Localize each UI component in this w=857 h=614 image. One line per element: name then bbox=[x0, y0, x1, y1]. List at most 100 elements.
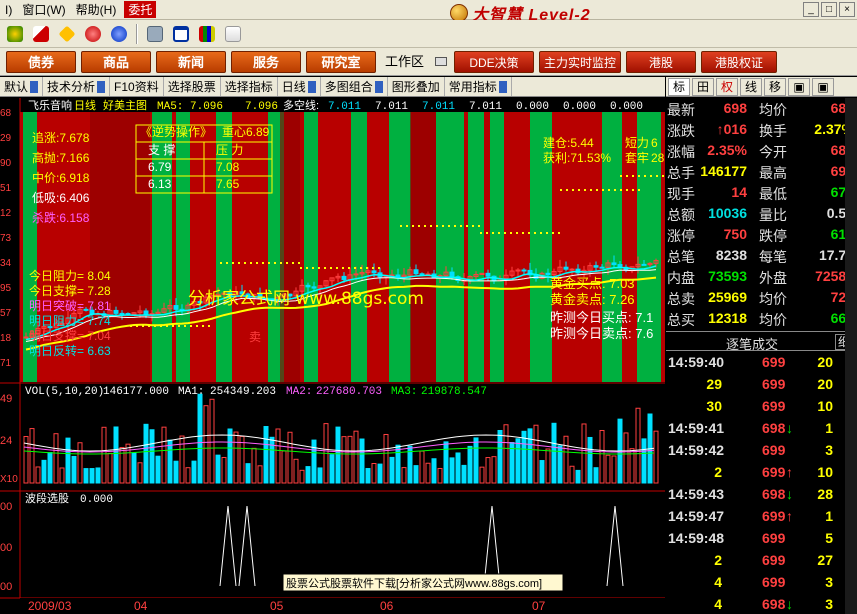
info-icon[interactable] bbox=[108, 23, 130, 45]
volume-bar bbox=[623, 432, 629, 484]
trend-col-support: 支 撑 bbox=[148, 142, 175, 157]
level-label: 追涨:7.678 bbox=[32, 130, 90, 145]
volume-bar bbox=[329, 454, 335, 484]
nav-hk-warrant[interactable]: 港股权证 bbox=[701, 50, 778, 73]
trend-col-pressure: 压 力 bbox=[216, 143, 243, 157]
tag-short-force: 短力 bbox=[625, 136, 649, 150]
books-icon[interactable] bbox=[196, 23, 218, 45]
menu-item-1[interactable]: I) bbox=[0, 3, 17, 17]
volume-bar bbox=[35, 466, 41, 484]
trade-row: 30 699 10 bbox=[666, 398, 857, 418]
nav-dde[interactable]: DDE决策 bbox=[454, 50, 535, 73]
mail-icon[interactable] bbox=[433, 54, 449, 70]
func-select-indicator[interactable]: 选择指标 bbox=[221, 77, 278, 96]
trade-time: 14:59:43 bbox=[668, 486, 725, 502]
close-button[interactable]: × bbox=[839, 2, 855, 17]
trade-row: 14:59:41 698 ↓ 1 bbox=[666, 420, 857, 440]
duokong-value: 0.000 bbox=[563, 101, 596, 113]
alarm-icon[interactable] bbox=[4, 23, 26, 45]
quote-label-2: 今开 bbox=[759, 144, 787, 160]
kline-chart[interactable]: 飞乐音响 日线 好美主图 MA5: 7.096 7.096 多空线: 7.011… bbox=[0, 98, 665, 614]
quote-row: 现手 14 最低 670 bbox=[666, 184, 857, 204]
print-icon[interactable] bbox=[144, 23, 166, 45]
price-tick: 71 bbox=[0, 358, 12, 369]
trend-support-2: 6.13 bbox=[148, 177, 172, 191]
window-icon[interactable] bbox=[170, 23, 192, 45]
price-tick: 57 bbox=[0, 308, 12, 319]
nav-commodities[interactable]: 商品 bbox=[81, 50, 151, 73]
trade-qty: 1 bbox=[825, 508, 833, 524]
func-overlay[interactable]: 图形叠加 bbox=[388, 77, 445, 96]
profit-rate: 获利:71.53% bbox=[543, 151, 611, 165]
entrust-button[interactable]: 委托 bbox=[124, 1, 157, 18]
right-panel-tabs: 标 田 权 线 移 ▣ ▣ bbox=[666, 77, 857, 97]
volume-bar bbox=[377, 463, 383, 484]
tab-rights[interactable]: 权 bbox=[716, 77, 738, 96]
diamond-icon[interactable] bbox=[56, 23, 78, 45]
func-default[interactable]: 默认 bbox=[0, 77, 44, 96]
help-cursor-icon[interactable] bbox=[222, 23, 244, 45]
date-label-3: 06 bbox=[380, 599, 394, 613]
vol-ma1: 254349.203 bbox=[210, 386, 276, 398]
trend-box-title: 《逆势操作》 bbox=[140, 124, 212, 139]
vol-axis-mid: 24 bbox=[0, 435, 12, 447]
vol-value: 146177.000 bbox=[103, 386, 169, 398]
quote-label-2: 均价 bbox=[759, 312, 787, 328]
tab-mark[interactable]: 标 bbox=[668, 77, 690, 96]
trade-qty: 20 bbox=[817, 376, 833, 392]
gold-sell-point: 黄金卖点: 7.26 bbox=[550, 292, 635, 307]
trade-direction-icon: ↓ bbox=[786, 420, 793, 436]
workarea-label[interactable]: 工作区 bbox=[381, 50, 429, 73]
right-scrollbar[interactable] bbox=[845, 98, 857, 614]
volume-bar bbox=[365, 468, 371, 484]
formula-icon[interactable] bbox=[82, 23, 104, 45]
chart-area[interactable]: 飞乐音响 日线 好美主图 MA5: 7.096 7.096 多空线: 7.011… bbox=[0, 98, 665, 614]
trade-time: 30 bbox=[706, 398, 722, 414]
volume-bar bbox=[521, 430, 527, 484]
tab-grid[interactable]: 田 bbox=[692, 77, 714, 96]
trade-direction-icon: ↓ bbox=[786, 486, 793, 502]
minimize-button[interactable]: _ bbox=[803, 2, 819, 17]
menu-window[interactable]: 窗口(W) bbox=[17, 1, 70, 18]
quote-label-2: 量比 bbox=[759, 207, 787, 223]
volume-bar bbox=[503, 424, 509, 484]
func-common-indicators[interactable]: 常用指标 bbox=[445, 77, 512, 96]
nav-news[interactable]: 新闻 bbox=[156, 50, 226, 73]
volume-bar bbox=[389, 456, 395, 484]
candle-body bbox=[419, 273, 425, 276]
func-select-stock[interactable]: 选择股票 bbox=[164, 77, 221, 96]
volume-bar bbox=[611, 455, 617, 484]
volume-bar bbox=[239, 435, 245, 484]
volume-bar bbox=[347, 435, 353, 484]
tab-box-1[interactable]: ▣ bbox=[788, 77, 810, 96]
trade-time: 14:59:40 bbox=[668, 354, 725, 370]
ma5-value: 7.096 bbox=[190, 101, 223, 113]
tab-move[interactable]: 移 bbox=[764, 77, 786, 96]
chart-icon[interactable] bbox=[30, 23, 52, 45]
wave-axis-2: 00 bbox=[0, 542, 12, 554]
nav-hk[interactable]: 港股 bbox=[626, 50, 697, 73]
green-stripe bbox=[490, 112, 504, 382]
nav-bonds[interactable]: 债券 bbox=[6, 50, 76, 73]
nav-research[interactable]: 研究室 bbox=[306, 50, 376, 73]
nav-main-monitor[interactable]: 主力实时监控 bbox=[539, 50, 622, 73]
volume-bar bbox=[371, 463, 377, 484]
volume-bar bbox=[485, 457, 491, 484]
volume-bar bbox=[545, 448, 551, 484]
func-f10[interactable]: F10资料 bbox=[110, 77, 164, 96]
func-tech-analysis[interactable]: 技术分析 bbox=[43, 77, 111, 96]
tab-line[interactable]: 线 bbox=[740, 77, 762, 96]
candle-body bbox=[611, 262, 617, 266]
maximize-button[interactable]: □ bbox=[821, 2, 837, 17]
func-daily[interactable]: 日线 bbox=[278, 77, 321, 96]
trade-price: 699 bbox=[762, 552, 786, 568]
volume-bar bbox=[569, 465, 575, 484]
volume-bar bbox=[65, 437, 71, 484]
trade-list: 14:59:40 699 20 29 699 20 30 699 10 14:59:41 698 ↓ 1… bbox=[666, 352, 857, 614]
func-multi-chart[interactable]: 多图组合 bbox=[321, 77, 388, 96]
tab-box-2[interactable]: ▣ bbox=[812, 77, 834, 96]
menu-help[interactable]: 帮助(H) bbox=[71, 1, 122, 18]
quote-label: 内盘 bbox=[667, 270, 695, 286]
volume-bar bbox=[143, 423, 149, 484]
nav-service[interactable]: 服务 bbox=[231, 50, 301, 73]
